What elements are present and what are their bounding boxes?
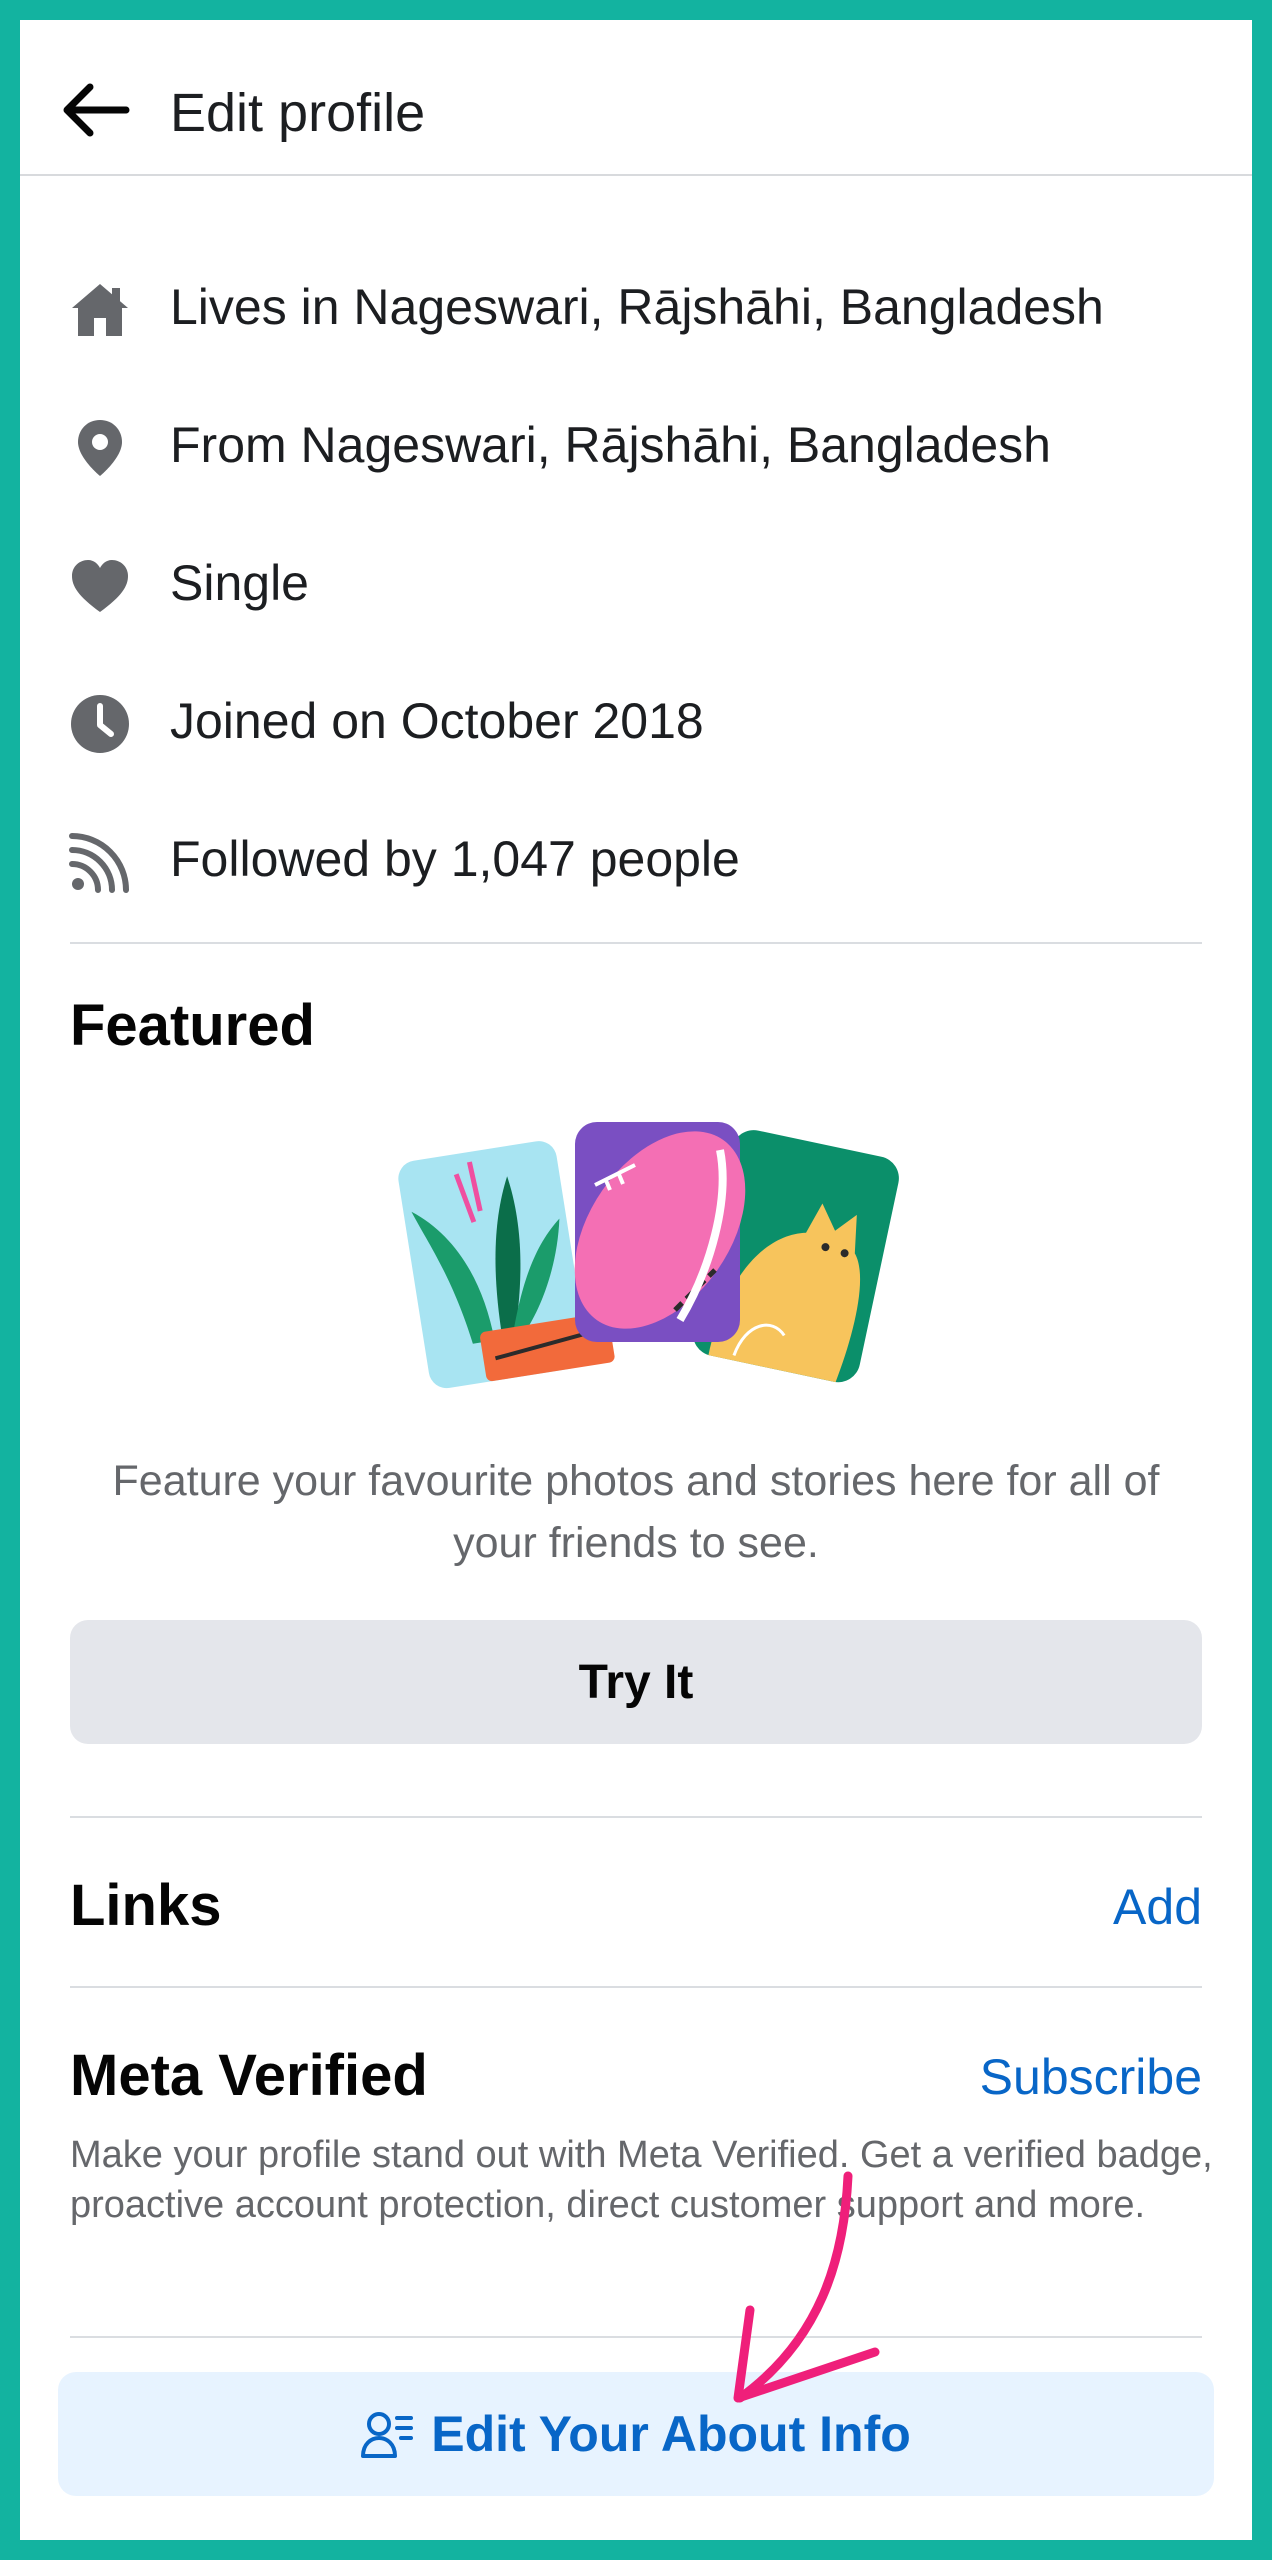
page-title: Edit profile <box>170 83 426 143</box>
detail-text: From Nageswari, Rājshāhi, Bangladesh <box>170 417 1051 473</box>
featured-title: Featured <box>70 993 315 1058</box>
featured-description: Feature your favourite photos and storie… <box>112 1457 1160 1567</box>
meta-verified-title: Meta Verified <box>70 2043 428 2108</box>
edit-profile-screen: Edit profile Lives in Nageswari, Rājshāh… <box>20 20 1252 2540</box>
try-it-button[interactable]: Try It <box>70 1620 1202 1744</box>
person-details-icon <box>361 2412 414 2458</box>
clock-icon <box>71 695 129 753</box>
heart-icon <box>72 560 128 612</box>
featured-illustration <box>398 1122 899 1389</box>
links-title: Links <box>70 1873 222 1938</box>
detail-joined[interactable]: Joined on October 2018 <box>20 672 1252 772</box>
meta-verified-subscribe-button[interactable]: Subscribe <box>980 2048 1202 2106</box>
divider <box>70 1986 1202 1988</box>
detail-text: Lives in Nageswari, Rājshāhi, Bangladesh <box>170 279 1104 335</box>
detail-text: Single <box>170 555 309 611</box>
detail-lives-in[interactable]: Lives in Nageswari, Rājshāhi, Bangladesh <box>20 258 1252 358</box>
divider <box>70 1816 1202 1818</box>
meta-verified-description: Make your profile stand out with Meta Ve… <box>70 2134 1213 2226</box>
divider <box>70 942 1202 944</box>
detail-relationship[interactable]: Single <box>20 534 1252 634</box>
rss-feed-icon <box>69 833 129 893</box>
edit-about-info-button[interactable]: Edit Your About Info <box>58 2372 1214 2496</box>
links-add-button[interactable]: Add <box>1113 1878 1202 1936</box>
top-bar: Edit profile <box>20 20 1252 176</box>
home-icon <box>72 284 128 336</box>
divider <box>70 2336 1202 2338</box>
detail-from[interactable]: From Nageswari, Rājshāhi, Bangladesh <box>20 396 1252 496</box>
back-arrow-icon[interactable] <box>60 82 130 138</box>
annotation-arrow-icon <box>733 2171 880 2403</box>
location-pin-icon <box>78 420 122 476</box>
edit-about-info-label: Edit Your About Info <box>431 2406 911 2462</box>
detail-followers[interactable]: Followed by 1,047 people <box>20 810 1252 910</box>
detail-text: Joined on October 2018 <box>170 693 704 749</box>
detail-text: Followed by 1,047 people <box>170 831 740 887</box>
